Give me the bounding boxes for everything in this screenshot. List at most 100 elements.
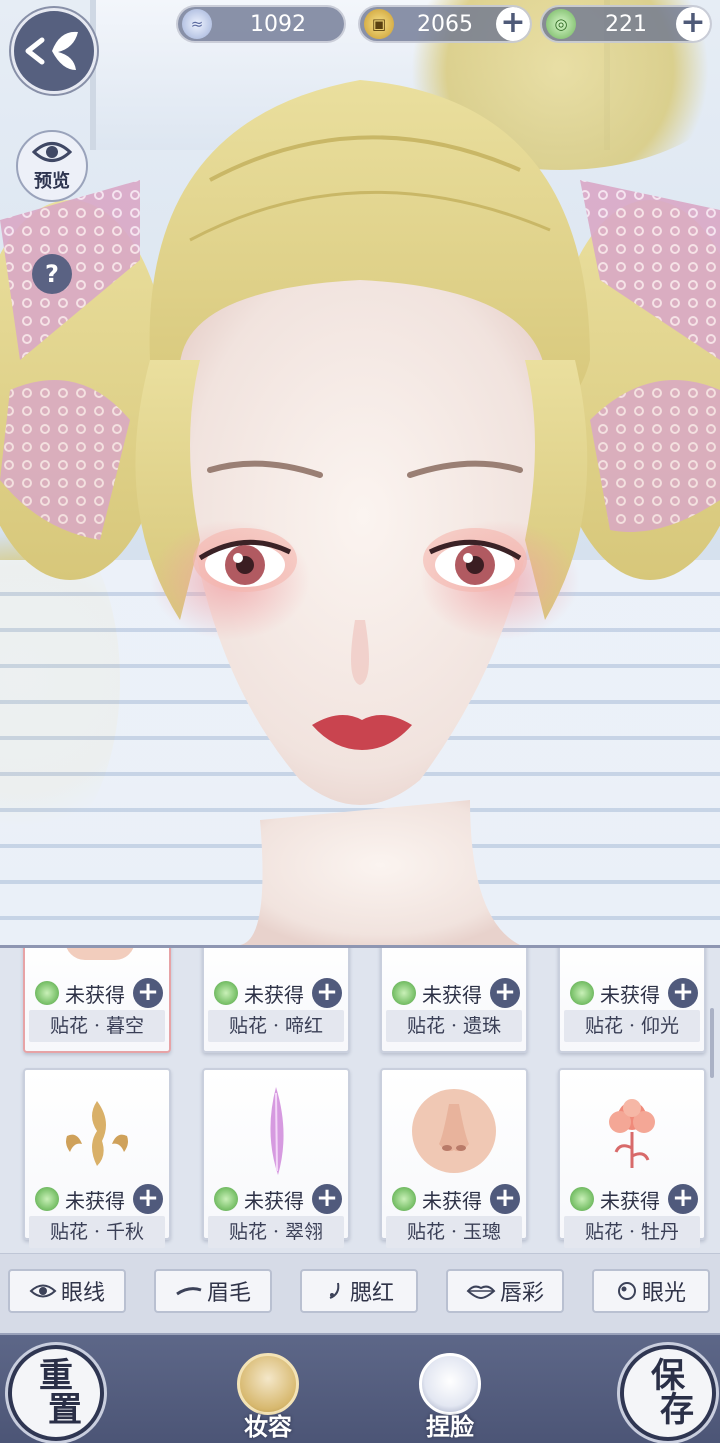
decal-card[interactable]: 未获得 + 贴花 · 啼红 <box>202 948 350 1053</box>
nav-face-label: 捏脸 <box>426 1412 474 1441</box>
status-label: 未获得 <box>422 1188 482 1213</box>
status-label: 未获得 <box>65 1188 125 1213</box>
lips-icon <box>466 1285 496 1300</box>
eye-icon <box>29 1284 57 1298</box>
reset-button[interactable]: 重 置 <box>8 1345 104 1441</box>
decal-thumb <box>65 948 135 960</box>
jade-icon <box>392 981 416 1005</box>
butterfly-back-icon <box>25 31 78 70</box>
nav-makeup[interactable]: 妆容 <box>232 1353 304 1443</box>
save-label-2: 存 <box>660 1390 694 1430</box>
status-row: 未获得 + <box>214 1184 342 1214</box>
jade-icon <box>214 1187 238 1211</box>
decal-card[interactable]: 未获得 + 贴花 · 仰光 <box>558 948 706 1053</box>
acquire-button[interactable]: + <box>312 978 342 1008</box>
makeup-panel: 未获得 + 贴花 · 暮空 未获得 + 贴花 · 啼红 未获得 + 贴花 · 遗… <box>0 945 720 1443</box>
tab-blush[interactable]: 腮红 <box>300 1269 418 1313</box>
purple-feather-decal <box>204 1076 348 1186</box>
decal-card[interactable]: 未获得 + 贴花 · 翠翎 <box>202 1068 350 1248</box>
status-row: 未获得 + <box>35 1184 163 1214</box>
preview-button[interactable]: 预览 <box>16 130 88 202</box>
decal-name: 贴花 · 玉璁 <box>386 1216 522 1248</box>
nav-makeup-label: 妆容 <box>244 1412 292 1441</box>
decal-name: 贴花 · 仰光 <box>564 1010 700 1042</box>
makeup-avatar-icon <box>237 1353 299 1415</box>
decal-card[interactable]: 未获得 + 贴花 · 遗珠 <box>380 948 528 1053</box>
status-label: 未获得 <box>600 1188 660 1213</box>
acquire-button[interactable]: + <box>490 1184 520 1214</box>
decal-name: 贴花 · 遗珠 <box>386 1010 522 1042</box>
decal-name: 贴花 · 啼红 <box>208 1010 344 1042</box>
decal-name: 贴花 · 暮空 <box>29 1010 165 1042</box>
jade-icon <box>214 981 238 1005</box>
save-button[interactable]: 保 存 <box>620 1345 716 1441</box>
peony-decal <box>560 1076 704 1186</box>
status-row: 未获得 + <box>392 1184 520 1214</box>
status-row: 未获得 + <box>214 978 342 1008</box>
currency-value: 2065 <box>417 11 473 37</box>
tab-eye-light[interactable]: 眼光 <box>592 1269 710 1313</box>
decal-card[interactable]: 未获得 + 贴花 · 玉璁 <box>380 1068 528 1248</box>
jade-icon <box>392 1187 416 1211</box>
nav-face-shaping[interactable]: 捏脸 <box>414 1353 486 1443</box>
help-button[interactable]: ? <box>32 254 72 294</box>
acquire-button[interactable]: + <box>133 978 163 1008</box>
character-model <box>0 80 720 945</box>
currency-value: 1092 <box>250 11 306 37</box>
preview-label: 预览 <box>34 171 70 192</box>
acquire-button[interactable]: + <box>668 1184 698 1214</box>
tab-label: 眼光 <box>641 1281 686 1306</box>
decal-grid: 未获得 + 贴花 · 暮空 未获得 + 贴花 · 啼红 未获得 + 贴花 · 遗… <box>0 948 720 1253</box>
status-row: 未获得 + <box>35 978 163 1008</box>
status-label: 未获得 <box>244 1188 304 1213</box>
makeup-category-tabs: 眼线 眉毛 腮红 唇彩 眼光 <box>0 1253 720 1333</box>
brow-icon <box>176 1287 202 1296</box>
golden-flame-decal <box>25 1076 169 1186</box>
status-row: 未获得 + <box>392 978 520 1008</box>
jade-icon <box>570 1187 594 1211</box>
acquire-button[interactable]: + <box>490 978 520 1008</box>
tab-label: 眉毛 <box>206 1281 251 1306</box>
eye-light-icon <box>617 1282 636 1300</box>
decal-card[interactable]: 未获得 + 贴花 · 牡丹 <box>558 1068 706 1248</box>
save-label-1: 保 <box>651 1356 685 1396</box>
decal-card[interactable]: 未获得 + 贴花 · 千秋 <box>23 1068 171 1248</box>
silver-coin-icon: ≈ <box>182 9 212 39</box>
acquire-button[interactable]: + <box>312 1184 342 1214</box>
status-label: 未获得 <box>422 982 482 1007</box>
character-scene <box>0 0 720 945</box>
status-label: 未获得 <box>244 982 304 1007</box>
currency-copper: ▣ 2065 + <box>358 5 532 43</box>
jade-icon <box>35 981 59 1005</box>
jade-icon <box>570 981 594 1005</box>
tab-label: 腮红 <box>349 1281 394 1306</box>
scrollbar[interactable] <box>710 1008 714 1078</box>
decal-card[interactable]: 未获得 + 贴花 · 暮空 <box>23 948 171 1053</box>
eye-icon <box>32 142 72 162</box>
currency-value: 221 <box>605 11 647 37</box>
currency-jade: ◎ 221 + <box>540 5 712 43</box>
back-button[interactable] <box>11 8 97 94</box>
decal-name: 贴花 · 牡丹 <box>564 1216 700 1248</box>
tab-eyeliner[interactable]: 眼线 <box>8 1269 126 1313</box>
bottom-nav: 重 置 妆容 捏脸 保 存 <box>0 1333 720 1443</box>
acquire-button[interactable]: + <box>133 1184 163 1214</box>
tab-label: 唇彩 <box>499 1281 544 1306</box>
decal-name: 贴花 · 千秋 <box>29 1216 165 1248</box>
status-label: 未获得 <box>600 982 660 1007</box>
add-currency-button[interactable]: + <box>676 7 710 41</box>
currency-silver: ≈ 1092 <box>176 5 346 43</box>
tab-eyebrows[interactable]: 眉毛 <box>154 1269 272 1313</box>
acquire-button[interactable]: + <box>668 978 698 1008</box>
tab-lipstick[interactable]: 唇彩 <box>446 1269 564 1313</box>
status-row: 未获得 + <box>570 978 698 1008</box>
jade-icon <box>35 1187 59 1211</box>
face-avatar-icon <box>419 1353 481 1415</box>
status-row: 未获得 + <box>570 1184 698 1214</box>
copper-coin-icon: ▣ <box>364 9 394 39</box>
decal-name: 贴花 · 翠翎 <box>208 1216 344 1248</box>
reset-label-2: 置 <box>48 1390 82 1430</box>
add-currency-button[interactable]: + <box>496 7 530 41</box>
nose-preview <box>382 1076 526 1186</box>
reset-label-1: 重 <box>39 1356 73 1396</box>
